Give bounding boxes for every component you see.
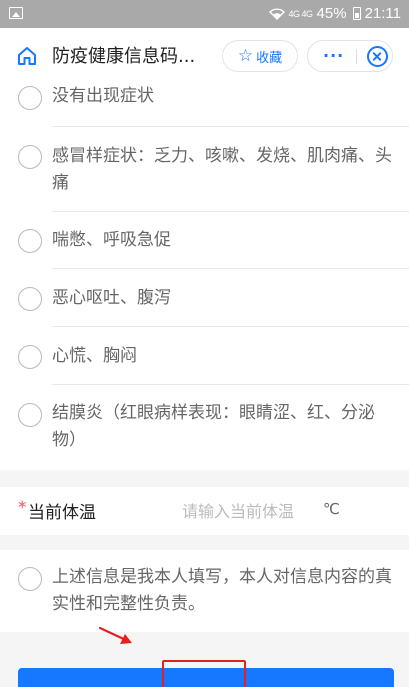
symptom-option[interactable]: 喘憋、呼吸急促	[0, 225, 409, 255]
symptom-option[interactable]: 心慌、胸闷	[0, 341, 409, 371]
section-gap	[0, 535, 409, 550]
battery-percent: 45%	[316, 5, 347, 22]
image-notification-icon	[9, 7, 23, 19]
declaration-option[interactable]: 上述信息是我本人填写，本人对信息内容的真实性和完整性负责。	[0, 564, 409, 624]
status-right: 4G 4G 45% 21:11	[268, 5, 401, 22]
declaration-label: 上述信息是我本人填写，本人对信息内容的真实性和完整性负责。	[52, 567, 392, 614]
radio-button[interactable]	[18, 86, 42, 110]
radio-button[interactable]	[18, 145, 42, 169]
divider	[52, 384, 409, 385]
divider	[52, 326, 409, 327]
close-icon[interactable]	[367, 46, 388, 67]
clock: 21:11	[364, 5, 401, 22]
radio-button[interactable]	[18, 345, 42, 369]
wifi-icon	[268, 8, 285, 20]
capsule-divider	[356, 49, 357, 64]
temperature-input[interactable]	[182, 496, 318, 526]
temperature-unit: ℃	[323, 500, 340, 518]
star-icon: ☆	[237, 45, 254, 66]
option-label: 恶心呕吐、腹泻	[52, 288, 171, 308]
declaration-row[interactable]: 上述信息是我本人填写，本人对信息内容的真实性和完整性负责。	[0, 550, 409, 632]
more-icon[interactable]: ···	[323, 46, 344, 65]
home-icon[interactable]	[16, 45, 38, 67]
divider	[52, 126, 409, 127]
annotation-highlight-box	[162, 660, 246, 687]
temperature-row: * 当前体温 ℃	[0, 487, 409, 535]
option-label: 喘憋、呼吸急促	[52, 230, 171, 250]
option-label: 心慌、胸闷	[52, 346, 137, 366]
symptom-option[interactable]: 没有出现症状	[0, 83, 409, 113]
annotation-arrow-icon	[98, 626, 132, 644]
option-label: 结膜炎（红眼病样表现：眼睛涩、红、分泌物）	[52, 403, 375, 450]
radio-button[interactable]	[18, 229, 42, 253]
nav-bar: 防疫健康信息码... ☆ 收藏 ···	[0, 28, 409, 83]
required-mark: *	[18, 498, 27, 518]
battery-icon	[352, 7, 361, 20]
temperature-label: 当前体温	[28, 503, 96, 523]
divider	[52, 268, 409, 269]
favorite-label: 收藏	[256, 50, 283, 66]
symptom-option[interactable]: 结膜炎（红眼病样表现：眼睛涩、红、分泌物）	[0, 398, 409, 458]
favorite-button[interactable]: ☆ 收藏	[222, 40, 298, 72]
symptom-option[interactable]: 感冒样症状：乏力、咳嗽、发烧、肌肉痛、头痛	[0, 141, 409, 201]
network-indicator: 4G 4G	[288, 8, 314, 19]
option-label: 没有出现症状	[52, 86, 154, 106]
symptom-option[interactable]: 恶心呕吐、腹泻	[0, 283, 409, 313]
radio-button[interactable]	[18, 287, 42, 311]
radio-button[interactable]	[18, 403, 42, 427]
divider	[52, 211, 409, 212]
radio-button[interactable]	[18, 567, 42, 591]
capsule-menu: ···	[307, 40, 393, 72]
page-title: 防疫健康信息码...	[52, 46, 196, 67]
section-gap	[0, 470, 409, 487]
option-label: 感冒样症状：乏力、咳嗽、发烧、肌肉痛、头痛	[52, 146, 392, 193]
status-bar: 4G 4G 45% 21:11	[0, 0, 409, 28]
